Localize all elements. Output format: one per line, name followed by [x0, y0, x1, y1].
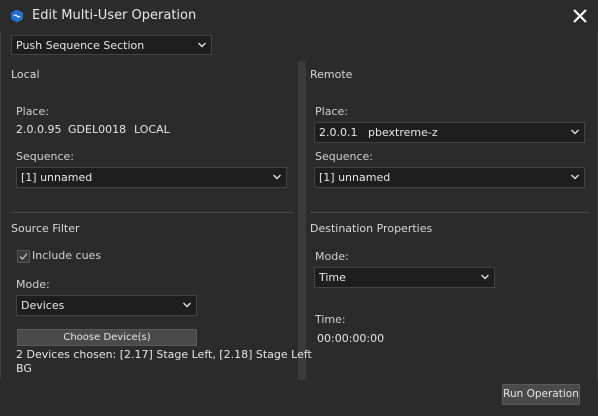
- local-sequence-label: Sequence:: [16, 150, 74, 163]
- remote-sequence-value: [1] unnamed: [319, 171, 391, 184]
- close-button[interactable]: [569, 5, 591, 27]
- chevron-down-icon: [571, 129, 579, 135]
- title-bar: Edit Multi-User Operation: [0, 0, 598, 32]
- chevron-down-icon: [571, 174, 579, 180]
- destination-title: Destination Properties: [310, 222, 433, 235]
- remote-sequence-label: Sequence:: [315, 150, 373, 163]
- destination-mode-label: Mode:: [315, 250, 349, 263]
- section-divider-left: [11, 212, 294, 213]
- run-operation-button[interactable]: Run Operation: [502, 384, 580, 405]
- local-place-device: GDEL0018: [68, 123, 127, 136]
- destination-time-value: 00:00:00:00: [317, 332, 385, 345]
- remote-place-value: 2.0.0.1 pbextreme-z: [319, 126, 438, 139]
- section-divider-right: [310, 212, 590, 213]
- source-mode-label: Mode:: [16, 278, 50, 291]
- source-mode-select[interactable]: Devices: [16, 295, 197, 316]
- local-sequence-select[interactable]: [1] unnamed: [16, 167, 287, 188]
- checkmark-icon: [19, 253, 28, 260]
- chevron-down-icon: [198, 42, 206, 48]
- operation-select[interactable]: Push Sequence Section: [11, 35, 212, 55]
- local-place-label: Place:: [16, 105, 49, 118]
- close-icon: [573, 9, 587, 23]
- devices-chosen-text-line2: BG: [16, 362, 32, 375]
- column-divider: [298, 61, 306, 380]
- local-place-kind: LOCAL: [134, 123, 170, 136]
- local-place-ip: 2.0.0.95: [16, 123, 62, 136]
- window-title: Edit Multi-User Operation: [32, 8, 197, 23]
- chevron-down-icon: [183, 302, 191, 308]
- remote-section-title: Remote: [310, 68, 353, 81]
- chevron-down-icon: [273, 174, 281, 180]
- chevron-down-icon: [481, 274, 489, 280]
- remote-sequence-select[interactable]: [1] unnamed: [314, 167, 585, 188]
- remote-place-select[interactable]: 2.0.0.1 pbextreme-z: [314, 122, 585, 143]
- destination-mode-select[interactable]: Time: [314, 267, 495, 288]
- choose-devices-button[interactable]: Choose Device(s): [17, 329, 197, 346]
- app-icon: [10, 9, 24, 23]
- include-cues-label[interactable]: Include cues: [32, 249, 101, 262]
- source-mode-value: Devices: [21, 299, 65, 312]
- local-sequence-value: [1] unnamed: [21, 171, 93, 184]
- local-section-title: Local: [11, 68, 40, 81]
- devices-chosen-text-line1: 2 Devices chosen: [2.17] Stage Left, [2.…: [16, 348, 312, 361]
- remote-place-label: Place:: [315, 105, 348, 118]
- source-filter-title: Source Filter: [11, 222, 80, 235]
- include-cues-checkbox[interactable]: [17, 250, 30, 263]
- operation-select-value: Push Sequence Section: [16, 39, 145, 52]
- destination-mode-value: Time: [319, 271, 346, 284]
- destination-time-label: Time:: [315, 313, 346, 326]
